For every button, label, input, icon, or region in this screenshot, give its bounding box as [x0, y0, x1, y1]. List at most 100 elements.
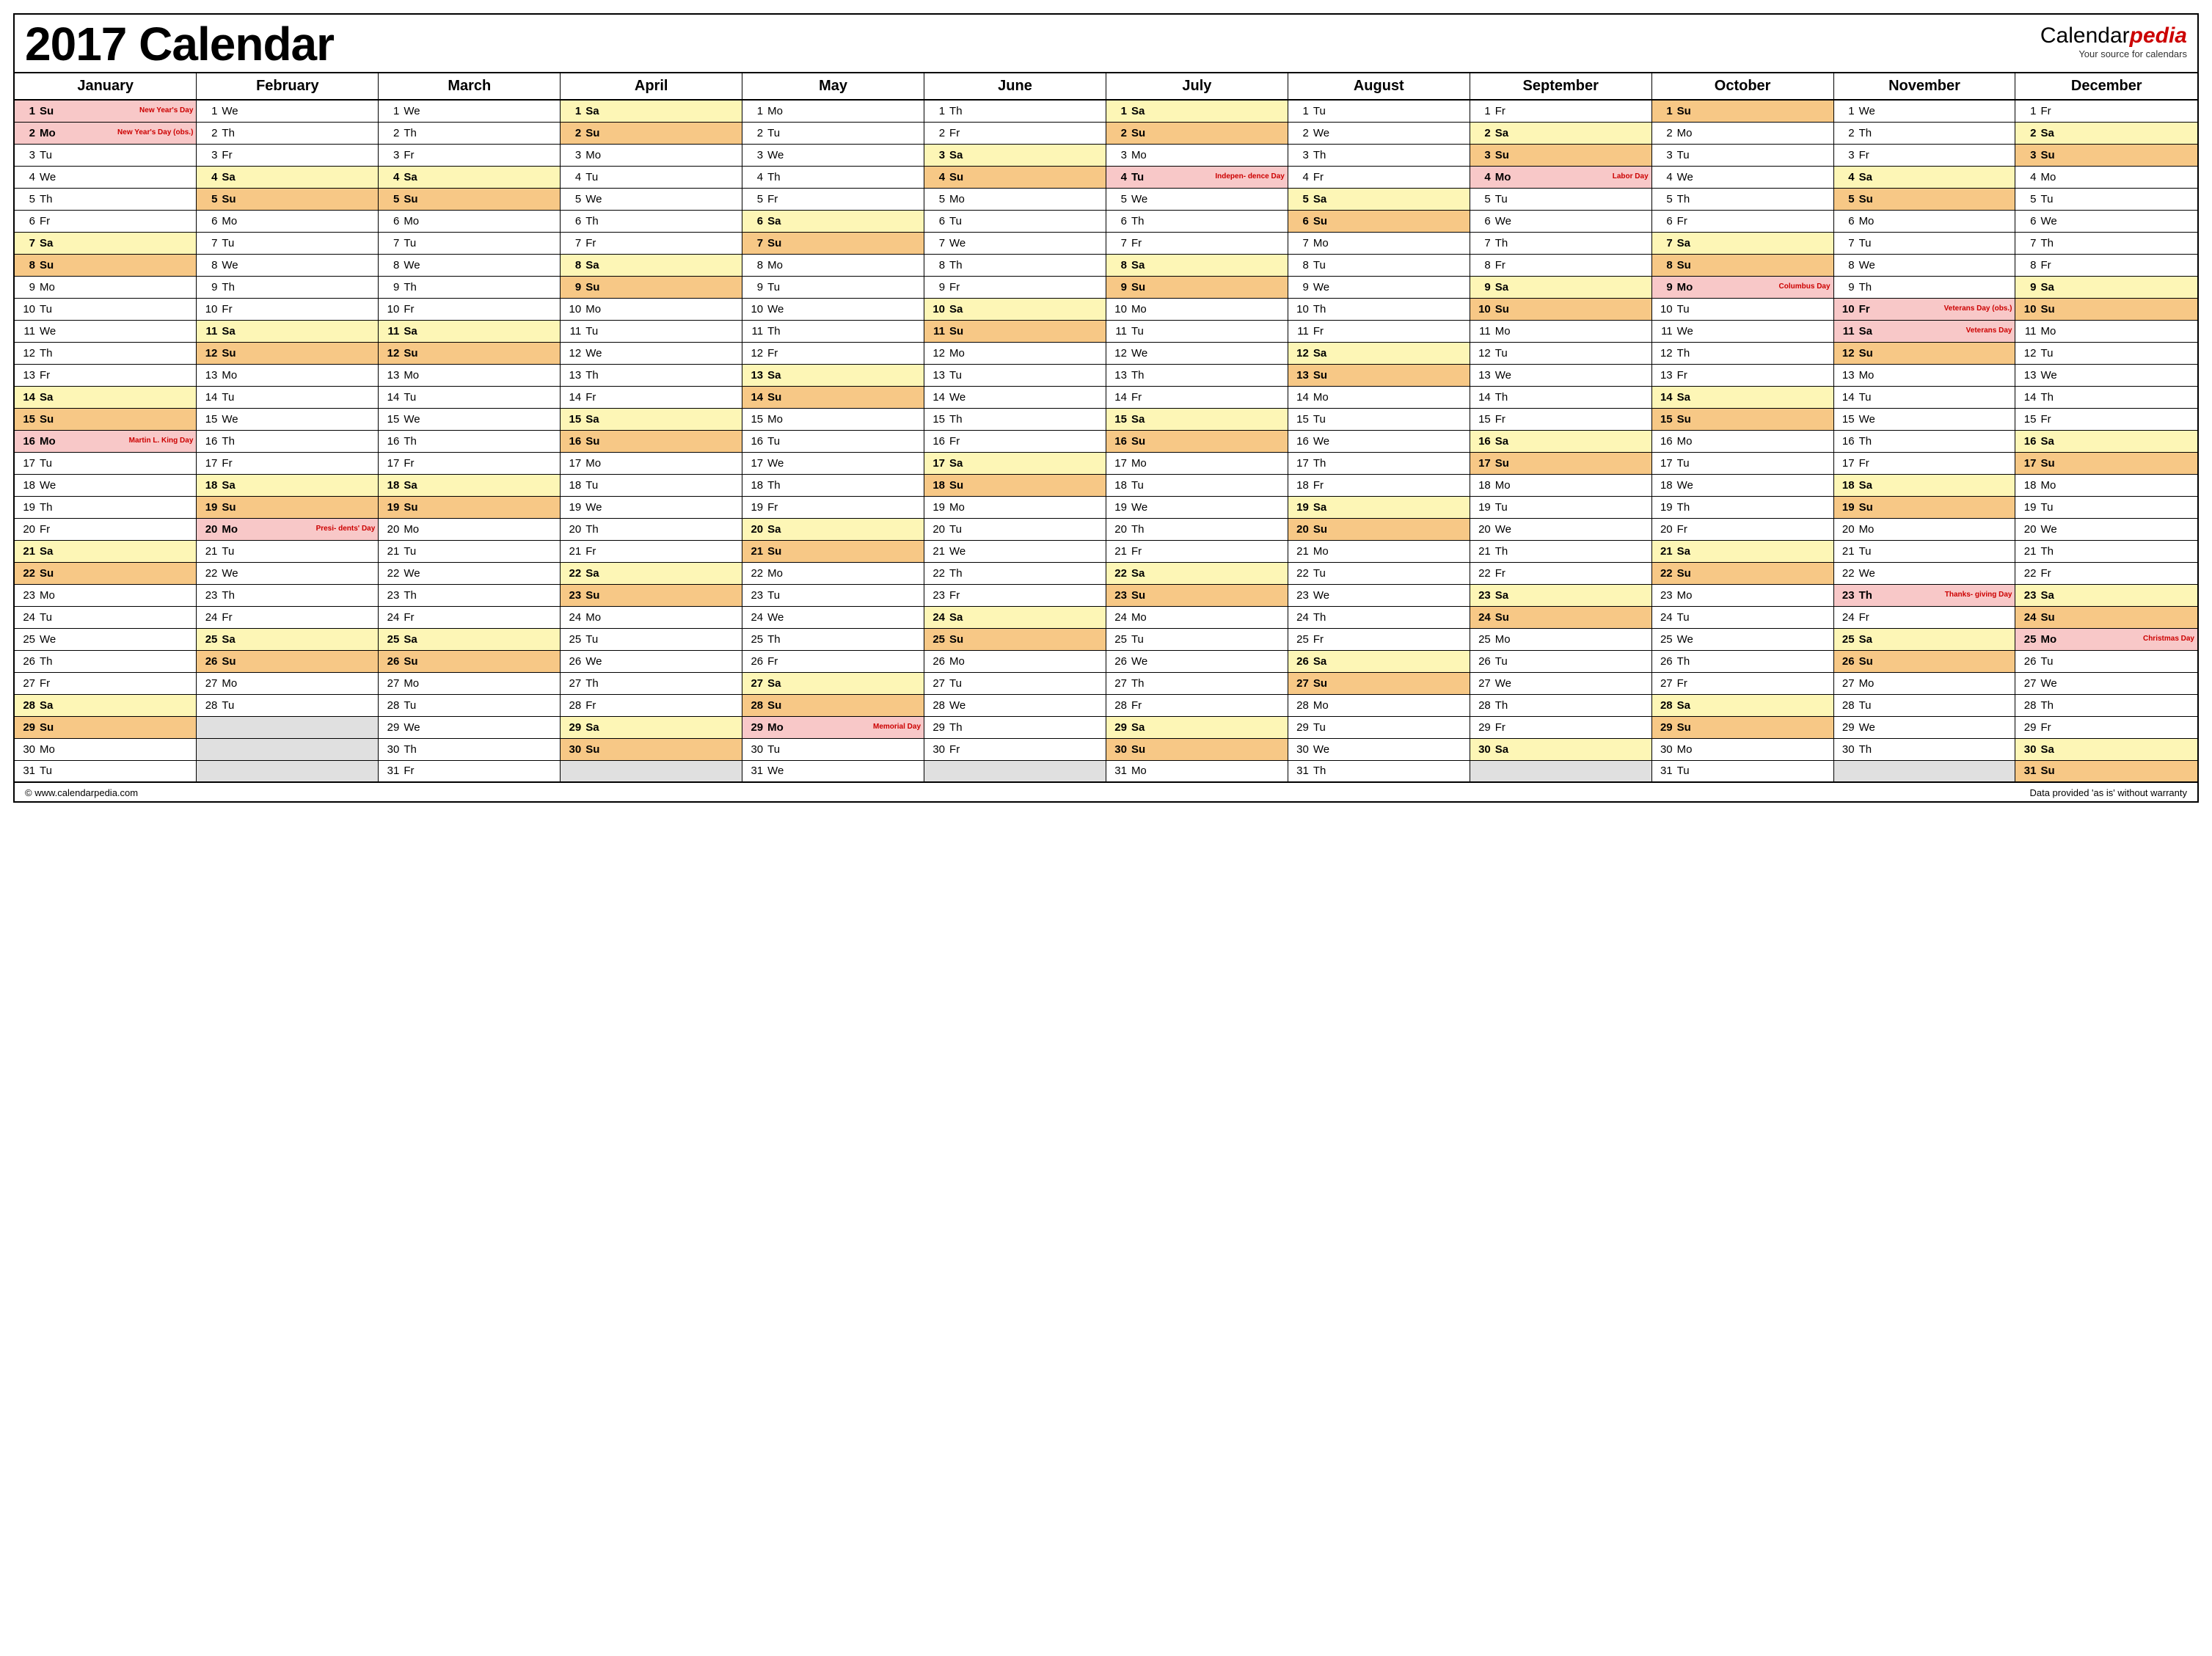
day-cell: 23Su [561, 584, 742, 606]
day-cell: 19Su [379, 496, 561, 518]
day-cell: 8Mo [742, 254, 924, 276]
day-number: 10 [1839, 303, 1855, 315]
day-cell: 21We [924, 540, 1106, 562]
weekday-abbr: Mo [767, 567, 783, 580]
day-cell: 23Su [1106, 584, 1288, 606]
day-cell: 31Fr [379, 760, 561, 782]
day-number: 19 [1111, 501, 1127, 514]
day-number: 11 [929, 325, 945, 338]
day-number: 6 [1657, 215, 1673, 227]
weekday-abbr: Th [949, 413, 963, 426]
day-cell: 2Th [1833, 122, 2015, 144]
day-cell: 6Th [1106, 210, 1288, 232]
weekday-abbr: Tu [585, 479, 598, 492]
weekday-abbr: Mo [1495, 633, 1511, 646]
day-number: 9 [1475, 281, 1491, 293]
day-number: 25 [1839, 633, 1855, 646]
day-cell: 7Fr [561, 232, 742, 254]
day-cell: 11Tu [1106, 320, 1288, 342]
day-number: 2 [2020, 127, 2036, 139]
day-number: 7 [747, 237, 763, 249]
day-number: 10 [19, 303, 35, 315]
day-number: 8 [383, 259, 399, 271]
day-row: 11We11Sa11Sa11Tu11Th11Su11Tu11Fr11Mo11We… [15, 320, 2197, 342]
day-cell: 8We [379, 254, 561, 276]
day-row: 28Sa28Tu28Tu28Fr28Su28We28Fr28Mo28Th28Sa… [15, 694, 2197, 716]
day-cell: 31Th [1288, 760, 1470, 782]
day-number: 27 [1657, 677, 1673, 690]
day-cell: 1Su [1651, 100, 1833, 122]
weekday-abbr: Fr [40, 677, 50, 690]
weekday-abbr: Sa [1495, 589, 1508, 602]
day-cell: 29Fr [1470, 716, 1651, 738]
day-cell: 8Fr [1470, 254, 1651, 276]
day-number: 12 [1657, 347, 1673, 360]
weekday-abbr: Fr [1859, 611, 1869, 624]
day-cell: 28Th [2015, 694, 2197, 716]
day-cell: 11Fr [1288, 320, 1470, 342]
day-cell [561, 760, 742, 782]
day-cell: 22Su [1651, 562, 1833, 584]
weekday-abbr: Fr [40, 215, 50, 227]
day-cell: 22Su [15, 562, 197, 584]
weekday-abbr: Sa [40, 237, 53, 249]
weekday-abbr: Mo [585, 303, 601, 315]
day-cell: 1Sa [1106, 100, 1288, 122]
day-cell: 23Tu [742, 584, 924, 606]
footer-copyright: © www.calendarpedia.com [25, 787, 138, 798]
day-number: 4 [929, 171, 945, 183]
day-number: 6 [383, 215, 399, 227]
day-number: 26 [383, 655, 399, 668]
day-cell: 16Th [1833, 430, 2015, 452]
day-number: 21 [747, 545, 763, 558]
day-number: 5 [565, 193, 581, 205]
weekday-abbr: Su [2040, 303, 2054, 315]
day-number: 23 [929, 589, 945, 602]
weekday-abbr: Tu [767, 743, 780, 756]
day-cell: 20Mo [1833, 518, 2015, 540]
day-cell: 6Su [1288, 210, 1470, 232]
weekday-abbr: Sa [1859, 479, 1872, 492]
day-cell: 10Su [1470, 298, 1651, 320]
weekday-abbr: Su [222, 501, 236, 514]
brand: Calendarpedia Your source for calendars [2040, 21, 2187, 59]
month-header: November [1833, 73, 2015, 100]
weekday-abbr: Tu [1313, 413, 1326, 426]
day-number: 26 [1839, 655, 1855, 668]
day-cell: 14Th [1470, 386, 1651, 408]
weekday-abbr: We [1859, 567, 1875, 580]
day-cell: 22Mo [742, 562, 924, 584]
day-cell: 26Su [1833, 650, 2015, 672]
weekday-abbr: Su [949, 171, 963, 183]
day-row: 4We4Sa4Sa4Tu4Th4Su4TuIndepen- dence Day4… [15, 166, 2197, 188]
weekday-abbr: Sa [1677, 699, 1690, 712]
weekday-abbr: We [767, 149, 784, 161]
day-number: 30 [747, 743, 763, 756]
day-row: 16MoMartin L. King Day16Th16Th16Su16Tu16… [15, 430, 2197, 452]
weekday-abbr: Tu [585, 325, 598, 338]
weekday-abbr: Fr [767, 655, 778, 668]
day-cell: 26Tu [1470, 650, 1651, 672]
day-cell: 27Mo [1833, 672, 2015, 694]
day-cell: 24Su [2015, 606, 2197, 628]
weekday-abbr: Th [2040, 699, 2054, 712]
weekday-abbr: We [1859, 259, 1875, 271]
day-number: 30 [1839, 743, 1855, 756]
weekday-abbr: Su [404, 347, 417, 360]
day-number: 18 [19, 479, 35, 492]
weekday-abbr: We [1131, 347, 1147, 360]
day-cell: 3Su [2015, 144, 2197, 166]
weekday-abbr: Th [404, 589, 417, 602]
day-cell: 30Th [1833, 738, 2015, 760]
day-number: 17 [929, 457, 945, 470]
weekday-abbr: Fr [767, 501, 778, 514]
weekday-abbr: Th [2040, 545, 2054, 558]
day-cell: 23Th [197, 584, 379, 606]
day-number: 13 [1657, 369, 1673, 382]
day-number: 22 [1111, 567, 1127, 580]
day-number: 21 [1657, 545, 1673, 558]
day-number: 18 [929, 479, 945, 492]
day-number: 10 [1293, 303, 1309, 315]
holiday-label: New Year's Day [139, 107, 193, 115]
day-cell: 13Fr [1651, 364, 1833, 386]
